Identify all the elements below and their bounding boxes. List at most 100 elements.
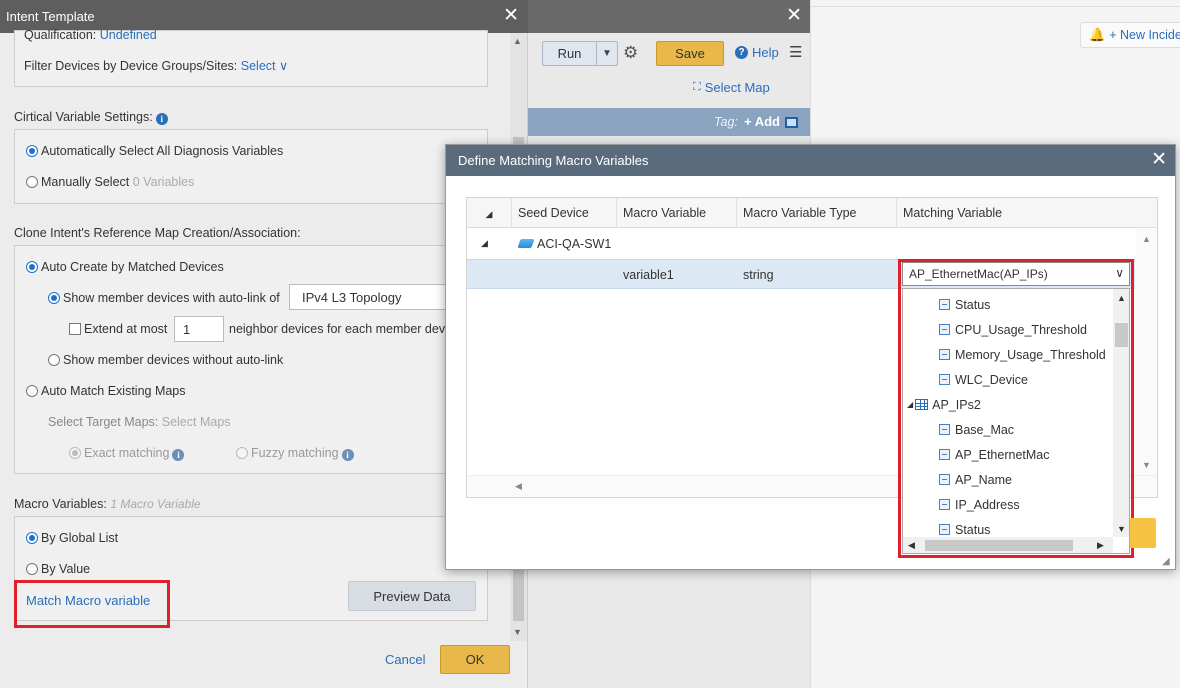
chevron-down-icon[interactable]: ▼ [597, 42, 617, 65]
info-icon[interactable]: i [155, 113, 168, 125]
cancel-button[interactable]: Cancel [385, 652, 425, 667]
show-without-option[interactable]: Show member devices without auto-link [48, 353, 283, 367]
resize-grip-icon[interactable]: ◢ [1162, 556, 1170, 567]
chevron-down-icon: ∨ [278, 59, 289, 73]
critical-settings-label: Cirtical Variable Settings: [14, 110, 153, 124]
exact-matching-option: Exact matching i [69, 446, 185, 461]
save-button[interactable]: Save [656, 41, 724, 66]
by-value-option[interactable]: By Value [26, 562, 90, 576]
radio-disabled-icon [236, 447, 248, 459]
scroll-up-icon[interactable]: ▲ [1142, 234, 1151, 244]
group-device-label: ACI-QA-SW1 [537, 237, 612, 251]
run-label: Run [543, 42, 597, 65]
tag-list-icon[interactable] [785, 117, 798, 128]
radio-unchecked-icon[interactable] [48, 354, 60, 366]
tag-label: Tag: [714, 115, 738, 129]
show-autolink-label: Show member devices with auto-link of [63, 291, 280, 305]
tag-bar: Tag: + Add [528, 108, 810, 136]
new-incident-label: + New Incide [1109, 28, 1180, 42]
by-global-option[interactable]: By Global List [26, 531, 118, 545]
show-autolink-option[interactable]: Show member devices with auto-link of [48, 291, 280, 305]
auto-match-label: Auto Match Existing Maps [41, 384, 186, 398]
select-map-label: Select Map [704, 80, 770, 95]
filter-select-link[interactable]: Select ∨ [241, 59, 288, 73]
highlight-box [14, 580, 170, 628]
help-label: Help [752, 45, 779, 60]
collapse-all-toggle[interactable]: ◢ [467, 198, 512, 228]
filter-row: Filter Devices by Device Groups/Sites: S… [24, 58, 288, 73]
neighbor-label: neighbor devices for each member dev [229, 322, 446, 336]
macro-label: Macro Variables: [14, 497, 107, 511]
scroll-up-icon[interactable]: ▲ [513, 36, 522, 46]
radio-checked-icon[interactable] [26, 145, 38, 157]
filter-select-label: Select [240, 59, 276, 73]
gear-icon[interactable]: ⚙ [623, 43, 638, 63]
run-button[interactable]: Run ▼ [542, 41, 618, 66]
highlight-box [898, 259, 1134, 558]
group-row[interactable]: ◢ ACI-QA-SW1 [467, 229, 1135, 259]
auto-match-option[interactable]: Auto Match Existing Maps [26, 384, 186, 398]
close-icon[interactable]: ✕ [1151, 150, 1167, 170]
extend-input[interactable]: 1 [174, 316, 224, 342]
checkbox-icon[interactable] [69, 323, 81, 335]
col-macro-type[interactable]: Macro Variable Type [737, 198, 897, 228]
triangle-down-icon[interactable]: ◢ [481, 238, 488, 249]
radio-unchecked-icon[interactable] [26, 176, 38, 188]
new-incident-button[interactable]: 🔔 + New Incide [1080, 22, 1180, 48]
macro-count: 1 Macro Variable [110, 497, 201, 511]
radio-disabled-icon [69, 447, 81, 459]
scroll-left-icon[interactable]: ◀ [515, 481, 522, 492]
preview-data-button[interactable]: Preview Data [348, 581, 476, 611]
divider [810, 6, 1180, 7]
critical-settings-heading: Cirtical Variable Settings: i [14, 110, 168, 125]
radio-checked-icon[interactable] [26, 261, 38, 273]
add-tag-button[interactable]: + Add [744, 114, 780, 129]
scroll-down-icon[interactable]: ▼ [1142, 460, 1151, 470]
radio-checked-icon[interactable] [26, 532, 38, 544]
help-icon: ? [735, 46, 748, 59]
auto-select-label: Automatically Select All Diagnosis Varia… [41, 144, 284, 158]
manual-select-count: 0 Variables [132, 175, 195, 189]
fuzzy-label: Fuzzy matching [251, 446, 339, 460]
critical-settings-box [14, 129, 488, 204]
close-icon[interactable]: ✕ [786, 6, 802, 26]
switch-icon [517, 239, 535, 248]
clone-heading: Clone Intent's Reference Map Creation/As… [14, 226, 301, 240]
radio-unchecked-icon[interactable] [26, 563, 38, 575]
exact-label: Exact matching [84, 446, 170, 460]
auto-select-option[interactable]: Automatically Select All Diagnosis Varia… [26, 144, 283, 158]
info-icon: i [341, 449, 354, 461]
auto-create-option[interactable]: Auto Create by Matched Devices [26, 260, 224, 274]
scroll-down-icon[interactable]: ▼ [513, 627, 522, 637]
fuzzy-matching-option: Fuzzy matching i [236, 446, 354, 461]
radio-unchecked-icon[interactable] [26, 385, 38, 397]
modal-title: Define Matching Macro Variables [446, 145, 1175, 176]
grid-header: ◢ Seed Device Macro Variable Macro Varia… [467, 198, 1157, 228]
auto-create-label: Auto Create by Matched Devices [41, 260, 224, 274]
manual-select-option[interactable]: Manually Select 0 Variables [26, 175, 194, 189]
bell-icon: 🔔 [1089, 27, 1106, 42]
select-target-link: Select Maps [161, 415, 231, 429]
by-value-label: By Value [41, 562, 91, 576]
ok-button[interactable]: OK [440, 645, 510, 674]
qualification-label: Qualification: [24, 28, 97, 42]
radio-checked-icon[interactable] [48, 292, 60, 304]
col-matching-variable[interactable]: Matching Variable [897, 198, 1135, 228]
type-cell: string [743, 268, 774, 282]
modal-ok-button[interactable] [1130, 518, 1156, 548]
macro-variable-cell: variable1 [623, 268, 674, 282]
select-map-link[interactable]: ⛶ Select Map [693, 80, 770, 95]
triangle-down-icon: ◢ [485, 209, 493, 219]
extend-label: Extend at most [84, 322, 168, 336]
topology-select[interactable]: IPv4 L3 Topology [289, 284, 449, 310]
qualification-value[interactable]: Undefined [100, 28, 157, 42]
grid-vertical-scrollbar[interactable]: ▲ ▼ [1136, 229, 1157, 475]
extend-option[interactable]: Extend at most [69, 322, 167, 336]
qualification-row: Qualification: Undefined [24, 28, 157, 42]
show-without-label: Show member devices without auto-link [63, 353, 284, 367]
close-icon[interactable]: ✕ [503, 6, 519, 26]
col-seed-device[interactable]: Seed Device [512, 198, 617, 228]
menu-icon[interactable]: ☰ [789, 43, 802, 61]
col-macro-variable[interactable]: Macro Variable [617, 198, 737, 228]
help-link[interactable]: ? Help [735, 45, 779, 60]
